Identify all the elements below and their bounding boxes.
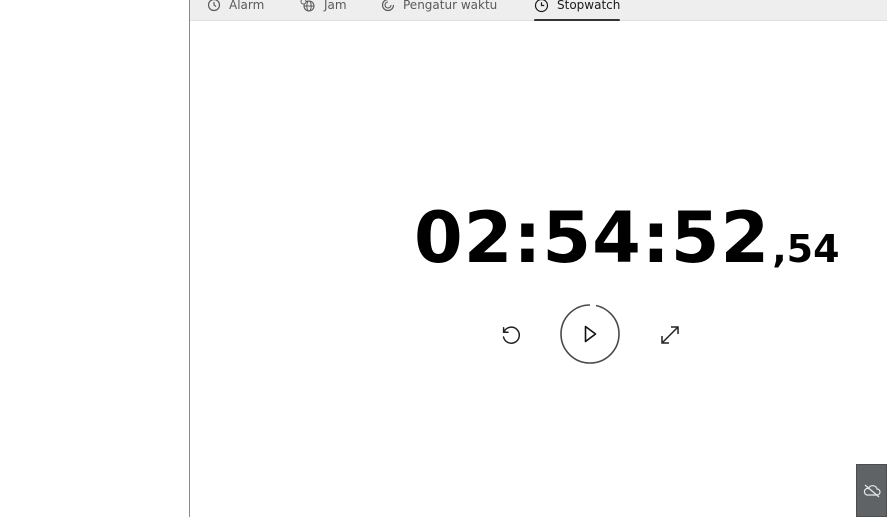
elapsed-time: 02:54:52: [414, 197, 771, 279]
tab-bar: Alarm Jam Pengatur waktu Stopwatch: [190, 0, 887, 21]
globe-clock-icon: [300, 0, 315, 12]
elapsed-fraction: ,54: [772, 227, 840, 271]
tab-stopwatch[interactable]: Stopwatch: [534, 0, 621, 21]
active-tab-indicator: [534, 19, 621, 21]
tab-alarm[interactable]: Alarm: [207, 0, 264, 17]
start-button[interactable]: [560, 304, 620, 364]
reset-icon: [502, 326, 521, 344]
stopwatch-icon: [534, 0, 549, 12]
tab-timer-label: Pengatur waktu: [403, 0, 498, 12]
stopwatch-display: 02:54:52 ,54: [414, 203, 840, 273]
tab-jam-label: Jam: [324, 0, 347, 12]
alarm-icon: [207, 0, 221, 12]
tab-alarm-label: Alarm: [229, 0, 265, 12]
screen: Alarm Jam Pengatur waktu Stopwatch 02:54…: [0, 0, 887, 517]
tab-timer[interactable]: Pengatur waktu: [381, 0, 497, 17]
expand-icon: [661, 326, 679, 344]
clock-app-window: Alarm Jam Pengatur waktu Stopwatch 02:54…: [189, 0, 887, 517]
timer-icon: [381, 0, 395, 12]
cloud-offline-icon: [863, 484, 881, 497]
reset-button[interactable]: [496, 320, 526, 350]
tab-stopwatch-label: Stopwatch: [557, 0, 621, 12]
expand-button[interactable]: [655, 320, 685, 350]
play-icon: [560, 304, 620, 364]
onedrive-tray-button[interactable]: [856, 464, 887, 517]
tab-jam[interactable]: Jam: [300, 0, 347, 17]
